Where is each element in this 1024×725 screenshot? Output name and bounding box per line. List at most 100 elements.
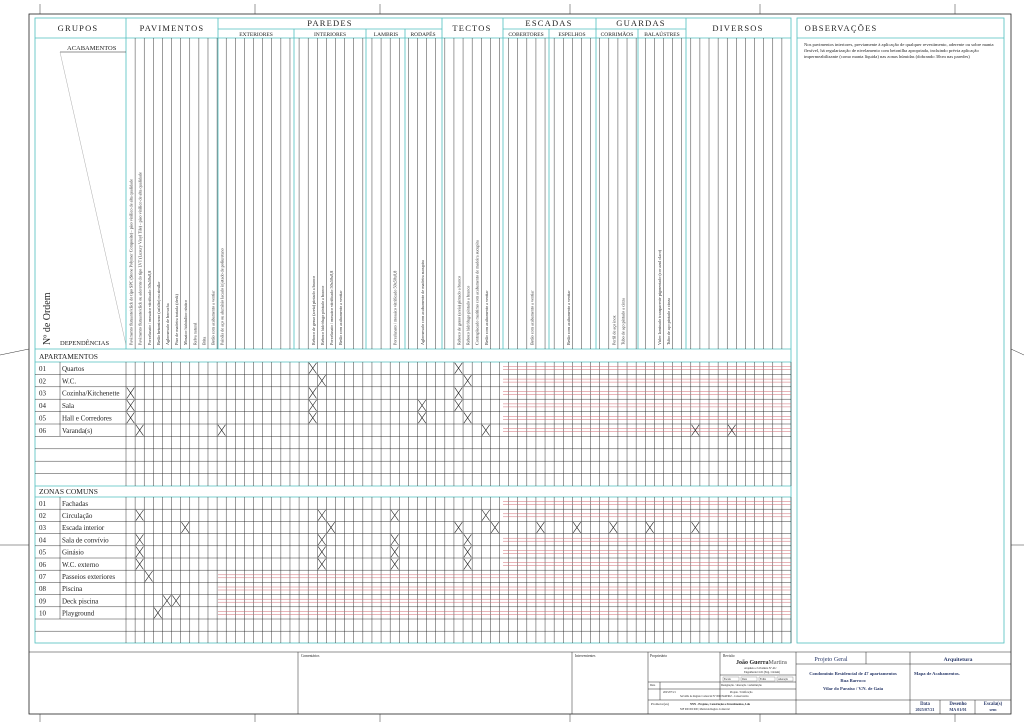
- author-sub1: Arquiteto e Urbanista Nº AU: [744, 667, 776, 670]
- table-outline: [34, 17, 1005, 644]
- title-field-label: Escala: [724, 678, 732, 681]
- header-guardas: GUARDAS: [616, 18, 666, 28]
- acabamentos-label: ACABAMENTOS: [67, 45, 117, 52]
- author-name: João GuerraMartins: [736, 660, 788, 666]
- finish-mark: [645, 522, 654, 533]
- finish-mark: [308, 362, 317, 374]
- header-labels: GRUPOS PAVIMENTOS PAREDES TECTOS ESCADAS…: [58, 18, 878, 33]
- author-tail: Martins: [769, 660, 788, 666]
- finish-mark: [536, 522, 545, 533]
- finish-label: Perfil de aço inox: [611, 314, 616, 345]
- header-pavimentos: PAVIMENTOS: [140, 23, 205, 33]
- finish-mark: [317, 534, 326, 546]
- sub-cobertores: COBERTORES: [508, 32, 543, 38]
- row-number: 02: [39, 377, 47, 385]
- finish-label: Betão com acabamento a ventiar: [338, 290, 343, 345]
- finish-mark: [454, 362, 463, 374]
- section-apartamentos: APARTAMENTOS: [39, 352, 98, 361]
- row-name: Piscina: [62, 585, 83, 593]
- finish-mark: [463, 534, 472, 546]
- finish-label: Betão com acabamento a ventiar: [211, 290, 216, 345]
- header-grupos: GRUPOS: [58, 23, 99, 33]
- row-name: W.C. externo: [62, 561, 99, 569]
- finish-mark: [390, 546, 399, 558]
- row-name: Varanda(s): [62, 427, 93, 435]
- finish-mark: [463, 546, 472, 558]
- comentarios-label: Comentários: [301, 654, 320, 658]
- finish-mark: [454, 387, 463, 399]
- finish-mark: [454, 399, 463, 411]
- finish-mark: [481, 509, 490, 521]
- finish-mark: [308, 399, 317, 411]
- data-field: 2025/07/21: [915, 707, 934, 712]
- finish-mark: [162, 595, 171, 607]
- finish-mark: [126, 412, 135, 424]
- finish-label: Tubo de aço pintado a cinza: [620, 298, 625, 345]
- sub-espelhos: ESPELHOS: [558, 32, 585, 38]
- title-block: [29, 651, 1011, 714]
- row-name: Hall e Corredores: [62, 415, 112, 423]
- row-name: Sala de convívio: [62, 536, 109, 544]
- finish-label: Betão com acabamento a ventiar: [566, 290, 571, 345]
- row-number: 06: [39, 427, 47, 435]
- row-number: 02: [39, 512, 47, 520]
- finish-mark: [418, 412, 427, 424]
- finish-mark: [308, 412, 317, 424]
- row-name: W.C.: [62, 377, 76, 385]
- finish-mark: [326, 522, 335, 533]
- sub-interiores: INTERIORES: [314, 32, 346, 38]
- finish-label: Betão com acabamento a ventiar: [529, 290, 534, 345]
- row-name: Deck piscina: [62, 597, 99, 605]
- finish-mark: [172, 595, 181, 607]
- finish-mark: [317, 558, 326, 570]
- desenho-field: MA 01/01: [949, 707, 966, 712]
- finish-label: Mosaico hidráulico rústico: [183, 300, 188, 345]
- row-number: 01: [39, 500, 47, 508]
- finish-mark: [572, 522, 581, 533]
- finish-label: Tubo de aço pintado a cinza: [666, 298, 671, 345]
- row-name: Circulação: [62, 512, 93, 520]
- section-zonas-comuns: ZONAS COMUNS: [39, 487, 98, 496]
- observations-text: Nos pavimentos interiores, previamente à…: [804, 42, 994, 59]
- finish-label: Aglomerado com acabamento de madeira suc…: [420, 260, 425, 345]
- row-number: 10: [39, 610, 47, 618]
- finish-mark: [126, 387, 135, 399]
- arquitetura-label: Arquitetura: [944, 657, 973, 663]
- finishes-map-sheet: GRUPOS PAVIMENTOS PAREDES TECTOS ESCADAS…: [0, 4, 1024, 722]
- finish-label: Painéis de aço ou alumínio lacado injeta…: [220, 248, 225, 345]
- escala-field: sem: [990, 707, 997, 712]
- promotor-line1: NNN - Projetos, Construções e Investimen…: [690, 703, 751, 706]
- sub-corrimaos: CORRIMÃOS: [601, 30, 634, 38]
- data-value: 2025/07/21: [663, 691, 676, 694]
- header-escadas: ESCADAS: [525, 18, 572, 28]
- sub-lambris: LAMBRIS: [374, 32, 398, 38]
- data-label: Data: [650, 684, 656, 687]
- row-name: Cozinha/Kitchenette: [62, 390, 120, 398]
- row-number: 04: [39, 536, 47, 544]
- finish-mark: [135, 509, 144, 521]
- finish-label: Relva natural: [192, 322, 197, 345]
- row-name: Escada interior: [62, 524, 105, 532]
- finish-label: Porcelanato / mosaico vitrificado 50x50x…: [329, 271, 335, 345]
- finish-mark: [153, 607, 162, 619]
- author-sub2: Engenharia Civil (Eng.: Ordem): [744, 671, 780, 674]
- finish-label: Pavimento flutuante/click do tipo SPC (S…: [129, 179, 134, 345]
- finish-mark: [126, 399, 135, 411]
- header-diversos: DIVERSOS: [712, 23, 763, 33]
- row-number: 04: [39, 402, 47, 410]
- row-name: Sala: [62, 402, 75, 410]
- intervenientes-label: Intervenientes: [575, 654, 596, 658]
- finish-mark: [308, 387, 317, 399]
- observations-box: Nos pavimentos interiores, previamente à…: [804, 42, 994, 59]
- finish-label: Reboco de gesso (areia) pintado a branco: [311, 276, 316, 345]
- row-number: 08: [39, 585, 47, 593]
- title-field-label: Data: [742, 678, 748, 681]
- row-number: 03: [39, 390, 47, 398]
- finish-label: Vidro laminado transparente pigmentado (…: [657, 249, 662, 345]
- finish-mark: [490, 522, 499, 533]
- title-field-label: Folha: [760, 678, 767, 681]
- projeto-geral-label: Projeto Geral: [814, 656, 847, 663]
- header-observacoes: OBSERVAÇÕES: [805, 23, 878, 33]
- header-paredes: PAREDES: [307, 18, 352, 28]
- sub-exteriores: EXTERIORES: [239, 32, 273, 38]
